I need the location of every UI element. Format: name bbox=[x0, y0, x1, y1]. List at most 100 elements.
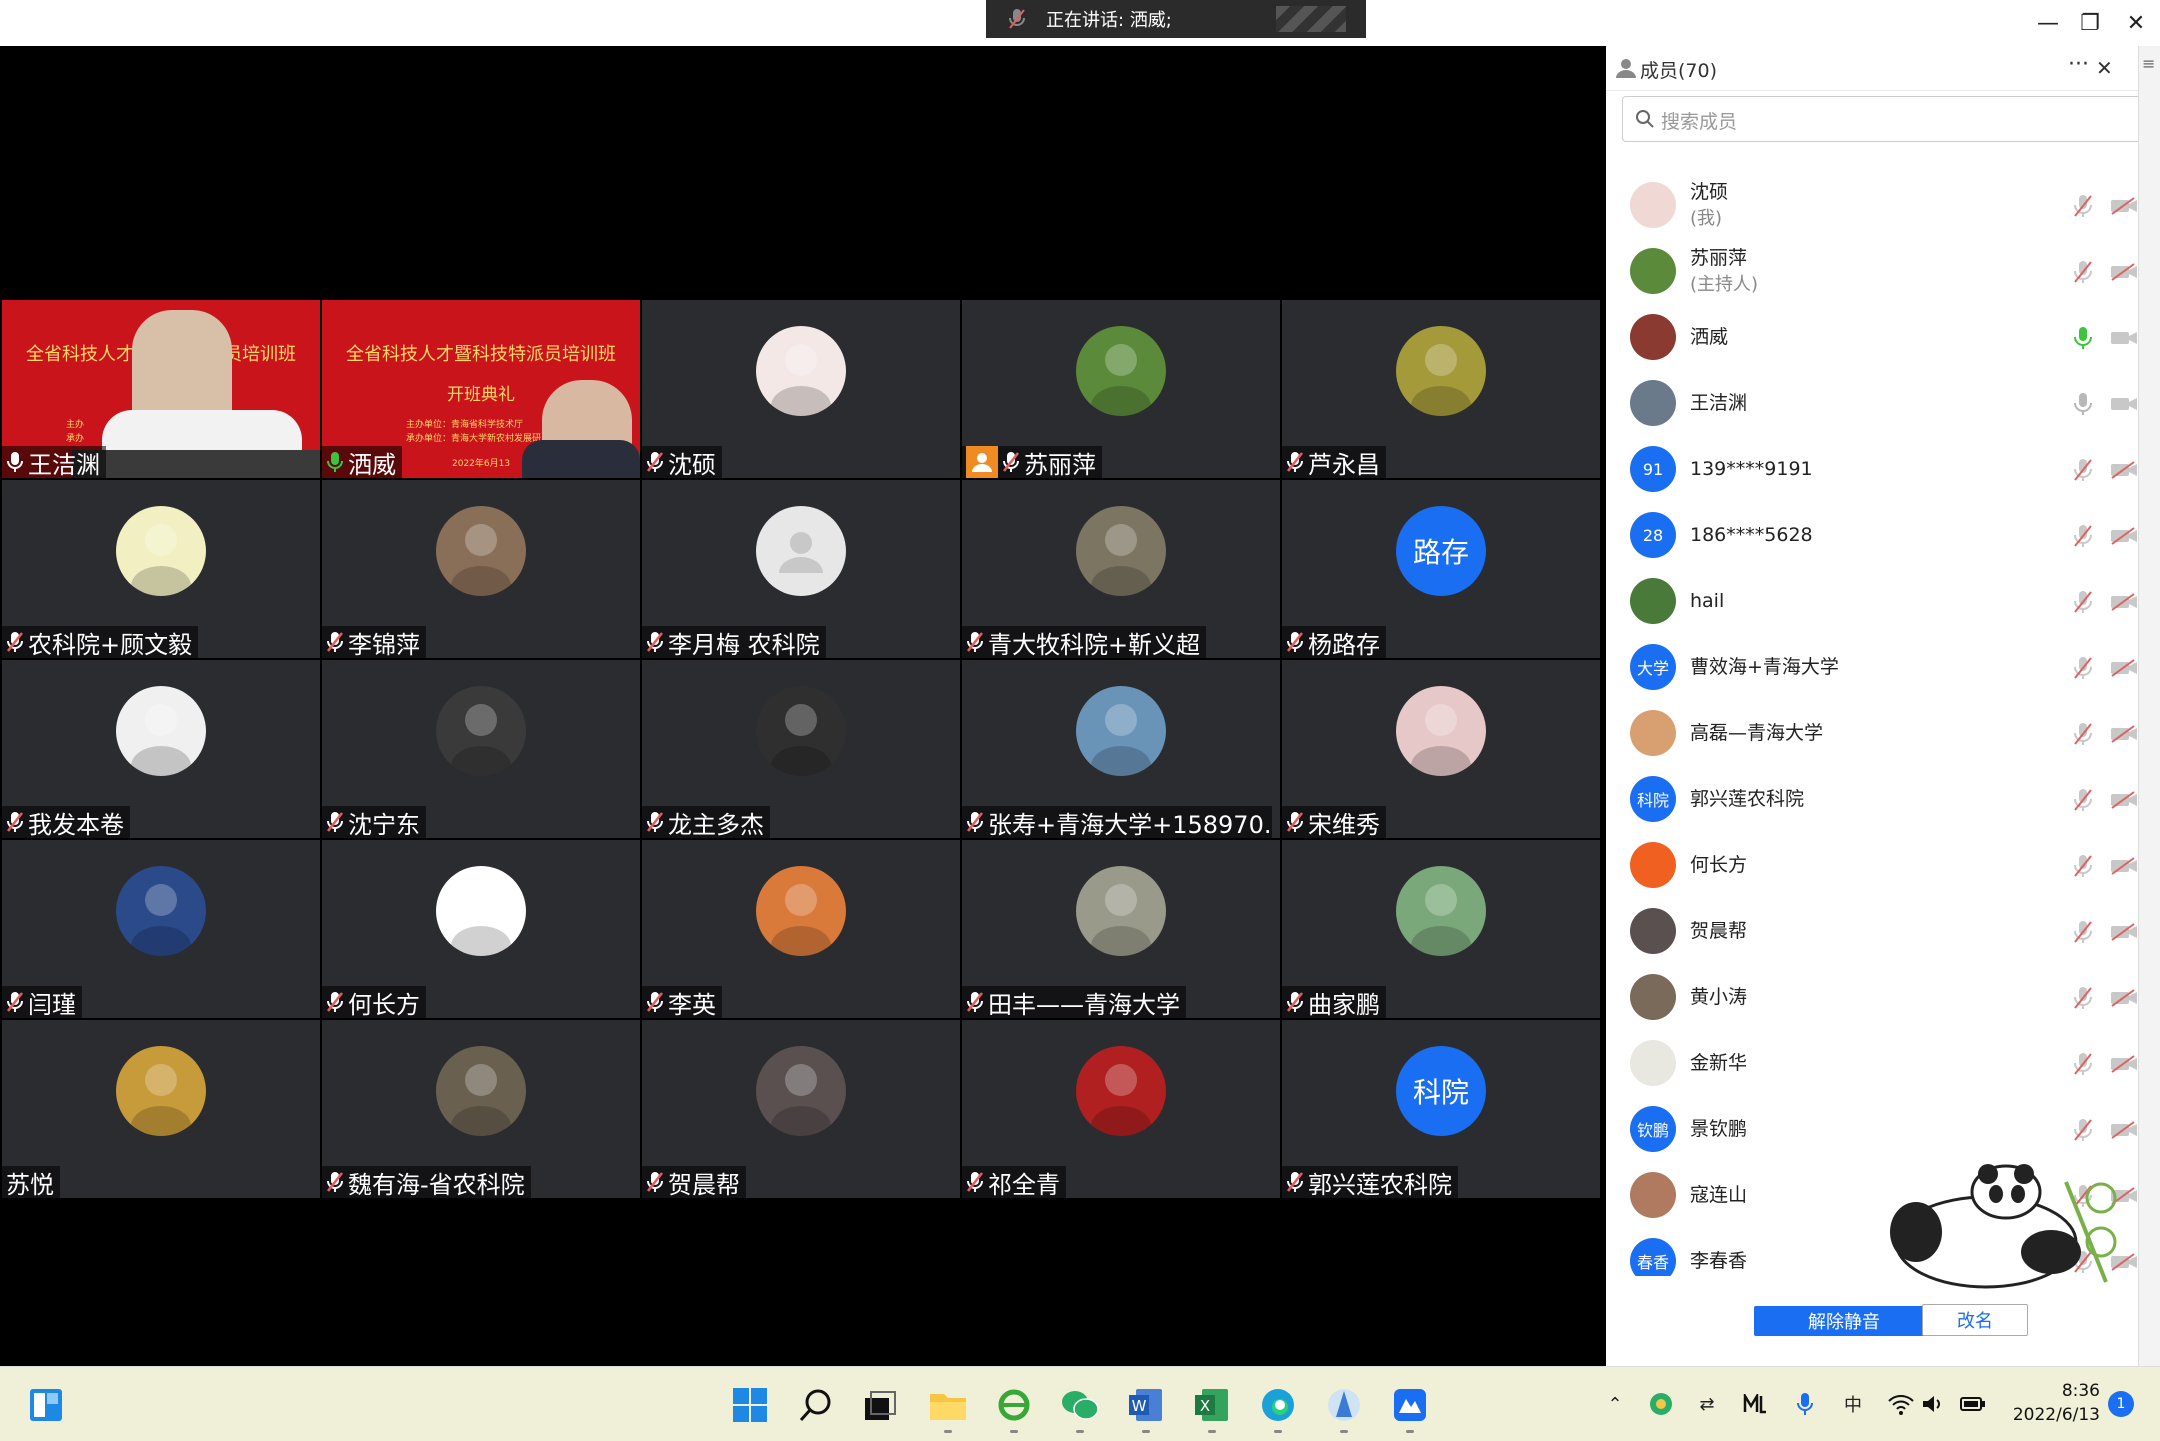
member-row[interactable]: 28 186****5628 bbox=[1606, 502, 2160, 568]
muted-mic-icon[interactable] bbox=[2072, 260, 2094, 284]
volume-icon[interactable] bbox=[1918, 1389, 1948, 1419]
participant-tile[interactable]: 芦永昌 bbox=[1282, 300, 1600, 478]
participant-tile[interactable]: 沈硕 bbox=[642, 300, 960, 478]
participant-tile[interactable]: 李英 bbox=[642, 840, 960, 1018]
camera-off-icon[interactable] bbox=[2110, 856, 2138, 876]
participant-tile[interactable]: 苏丽萍 bbox=[962, 300, 1280, 478]
participant-tile[interactable]: 魏有海-省农科院 bbox=[322, 1020, 640, 1198]
member-row[interactable]: 洒威 bbox=[1606, 304, 2160, 370]
system-clock[interactable]: 8:36 2022/6/13 bbox=[2000, 1379, 2100, 1427]
search-members-input[interactable]: 搜索成员 bbox=[1622, 96, 2142, 142]
tray-app-icon[interactable] bbox=[1646, 1389, 1676, 1419]
muted-mic-icon[interactable] bbox=[2072, 458, 2094, 482]
battery-icon[interactable] bbox=[1958, 1389, 1988, 1419]
camera-off-icon[interactable] bbox=[2110, 790, 2138, 810]
camera-off-icon[interactable] bbox=[2110, 526, 2138, 546]
member-row[interactable]: 何长方 bbox=[1606, 832, 2160, 898]
member-list[interactable]: 沈硕 (我) 苏丽萍 (主持人) 洒威 王洁渊 91 139****9191 28 186****… bbox=[1606, 166, 2160, 1276]
participant-tile[interactable]: 科院 郭兴莲农科院 bbox=[1282, 1020, 1600, 1198]
participant-tile[interactable]: 苏悦 bbox=[2, 1020, 320, 1198]
participant-tile[interactable]: 全省科技人才暨科技特派员培训班 开班典礼 主办单位：青海省科学技术厅 承办单位：青海大… bbox=[322, 300, 640, 478]
muted-mic-icon[interactable] bbox=[2072, 656, 2094, 680]
participant-tile[interactable]: 贺晨帮 bbox=[642, 1020, 960, 1198]
ie-browser-icon[interactable] bbox=[994, 1385, 1034, 1433]
participant-tile[interactable]: 李月梅 农科院 bbox=[642, 480, 960, 658]
member-row[interactable]: 大学 曹效海+青海大学 bbox=[1606, 634, 2160, 700]
camera-icon[interactable] bbox=[2110, 328, 2138, 348]
muted-mic-icon[interactable] bbox=[2072, 590, 2094, 614]
participant-tile[interactable]: 张寿+青海大学+158970... bbox=[962, 660, 1280, 838]
muted-mic-icon[interactable] bbox=[2072, 1118, 2094, 1142]
menu-icon[interactable]: ≡ bbox=[2142, 54, 2155, 73]
minimize-button[interactable]: — bbox=[2030, 8, 2066, 38]
member-row[interactable]: 91 139****9191 bbox=[1606, 436, 2160, 502]
close-window-button[interactable]: ✕ bbox=[2118, 8, 2154, 38]
muted-mic-icon[interactable] bbox=[2072, 524, 2094, 548]
participant-tile[interactable]: 宋维秀 bbox=[1282, 660, 1600, 838]
member-row[interactable]: 金新华 bbox=[1606, 1030, 2160, 1096]
camera-off-icon[interactable] bbox=[2110, 988, 2138, 1008]
member-row[interactable]: 黄小涛 bbox=[1606, 964, 2160, 1030]
participant-tile[interactable]: 何长方 bbox=[322, 840, 640, 1018]
camera-icon[interactable] bbox=[2110, 394, 2138, 414]
tray-tool-icon[interactable] bbox=[1740, 1389, 1770, 1419]
mic-icon[interactable] bbox=[2072, 392, 2094, 416]
restore-button[interactable]: ❐ bbox=[2072, 8, 2108, 38]
ime-indicator[interactable]: 中 bbox=[1838, 1389, 1868, 1419]
camera-off-icon[interactable] bbox=[2110, 724, 2138, 744]
microphone-icon[interactable] bbox=[1790, 1389, 1820, 1419]
camera-off-icon[interactable] bbox=[2110, 1120, 2138, 1140]
camera-off-icon[interactable] bbox=[2110, 922, 2138, 942]
camera-off-icon[interactable] bbox=[2110, 262, 2138, 282]
file-explorer-icon[interactable] bbox=[928, 1385, 968, 1433]
participant-tile[interactable]: 田丰——青海大学 bbox=[962, 840, 1280, 1018]
participant-tile[interactable]: 青大牧科院+靳义超 bbox=[962, 480, 1280, 658]
widgets-icon[interactable] bbox=[26, 1385, 66, 1425]
excel-icon[interactable]: X bbox=[1192, 1385, 1232, 1433]
participant-tile[interactable]: 农科院+顾文毅 bbox=[2, 480, 320, 658]
member-row[interactable]: 苏丽萍 (主持人) bbox=[1606, 238, 2160, 304]
participant-tile[interactable]: 闫瑾 bbox=[2, 840, 320, 1018]
muted-mic-icon[interactable] bbox=[2072, 986, 2094, 1010]
participant-tile[interactable]: 路存 杨路存 bbox=[1282, 480, 1600, 658]
participant-tile[interactable]: 沈宁东 bbox=[322, 660, 640, 838]
start-icon[interactable] bbox=[730, 1385, 770, 1425]
participant-tile[interactable]: 曲家鹏 bbox=[1282, 840, 1600, 1018]
participant-tile[interactable]: 龙主多杰 bbox=[642, 660, 960, 838]
search-icon[interactable] bbox=[796, 1385, 836, 1425]
wifi-icon[interactable] bbox=[1886, 1389, 1916, 1419]
camera-off-icon[interactable] bbox=[2110, 460, 2138, 480]
camera-off-icon[interactable] bbox=[2110, 196, 2138, 216]
muted-mic-icon[interactable] bbox=[2072, 854, 2094, 878]
member-row[interactable]: 科院 郭兴莲农科院 bbox=[1606, 766, 2160, 832]
close-panel-button[interactable]: ✕ bbox=[2096, 56, 2113, 80]
notification-badge[interactable]: 1 bbox=[2108, 1391, 2134, 1417]
camera-off-icon[interactable] bbox=[2110, 658, 2138, 678]
member-row[interactable]: 王洁渊 bbox=[1606, 370, 2160, 436]
meeting-app-icon[interactable] bbox=[1390, 1385, 1430, 1433]
participant-tile[interactable]: 李锦萍 bbox=[322, 480, 640, 658]
participant-tile[interactable]: 全省科技人才暨科技特派员培训班主办承办王洁渊 bbox=[2, 300, 320, 478]
member-row[interactable]: 贺晨帮 bbox=[1606, 898, 2160, 964]
chevron-up-icon[interactable]: ⌃ bbox=[1600, 1389, 1630, 1419]
wechat-icon[interactable] bbox=[1060, 1385, 1100, 1433]
muted-mic-icon[interactable] bbox=[2072, 788, 2094, 812]
camera-off-icon[interactable] bbox=[2110, 592, 2138, 612]
member-row[interactable]: hail bbox=[1606, 568, 2160, 634]
word-icon[interactable]: W bbox=[1126, 1385, 1166, 1433]
edge-browser-icon[interactable] bbox=[1258, 1385, 1298, 1433]
muted-mic-icon[interactable] bbox=[2072, 194, 2094, 218]
camera-off-icon[interactable] bbox=[2110, 1054, 2138, 1074]
member-row[interactable]: 沈硕 (我) bbox=[1606, 172, 2160, 238]
member-row[interactable]: 高磊—青海大学 bbox=[1606, 700, 2160, 766]
transfer-icon[interactable]: ⇄ bbox=[1692, 1389, 1722, 1419]
muted-mic-icon[interactable] bbox=[2072, 722, 2094, 746]
mic-icon[interactable] bbox=[2072, 326, 2094, 350]
unmute-all-button[interactable]: 解除静音 bbox=[1754, 1306, 1934, 1336]
participant-tile[interactable]: 我发本卷 bbox=[2, 660, 320, 838]
task-view-icon[interactable] bbox=[860, 1385, 900, 1425]
app-icon[interactable] bbox=[1324, 1385, 1364, 1433]
muted-mic-icon[interactable] bbox=[2072, 1052, 2094, 1076]
participant-tile[interactable]: 祁全青 bbox=[962, 1020, 1280, 1198]
rename-button[interactable]: 改名 bbox=[1922, 1304, 2028, 1336]
